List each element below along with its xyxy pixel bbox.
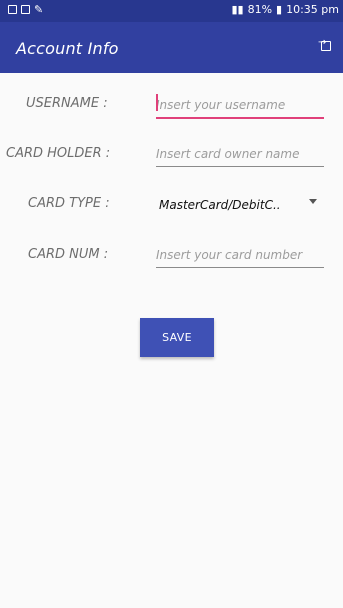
logout-icon[interactable] — [318, 37, 331, 51]
card-type-select[interactable]: MasterCard/DebitC.. — [159, 194, 319, 214]
save-button[interactable]: SAVE — [140, 318, 214, 357]
gallery-icon — [8, 5, 17, 14]
battery-text: 81% — [247, 3, 273, 16]
card-holder-input[interactable] — [156, 142, 324, 166]
card-num-input[interactable] — [156, 243, 324, 267]
username-label: USERNAME : — [26, 96, 108, 111]
dropdown-caret-icon — [309, 199, 317, 204]
wrench-icon: ✎ — [34, 3, 44, 16]
app-bar: Account Info — [0, 22, 343, 73]
card-num-label: CARD NUM : — [28, 247, 109, 262]
card-holder-field[interactable] — [156, 142, 324, 167]
signal-icon: ▮▮ — [231, 3, 244, 16]
text-cursor — [156, 94, 158, 111]
gallery-icon — [21, 5, 30, 14]
card-num-field[interactable] — [156, 243, 324, 268]
card-type-label: CARD TYPE : — [28, 196, 110, 211]
page-title: Account Info — [16, 39, 119, 58]
card-holder-label: CARD HOLDER : — [6, 146, 111, 161]
notification-icons: ✎ — [8, 3, 44, 16]
status-bar: ✎ ▮▮ 81% ▮ 10:35 pm — [0, 0, 343, 22]
battery-icon: ▮ — [276, 3, 283, 16]
username-input[interactable] — [156, 93, 324, 117]
card-type-value: MasterCard/DebitC.. — [159, 198, 281, 212]
username-field[interactable] — [156, 93, 324, 119]
status-right: ▮▮ 81% ▮ 10:35 pm — [231, 3, 339, 16]
time-text: 10:35 pm — [286, 3, 339, 16]
